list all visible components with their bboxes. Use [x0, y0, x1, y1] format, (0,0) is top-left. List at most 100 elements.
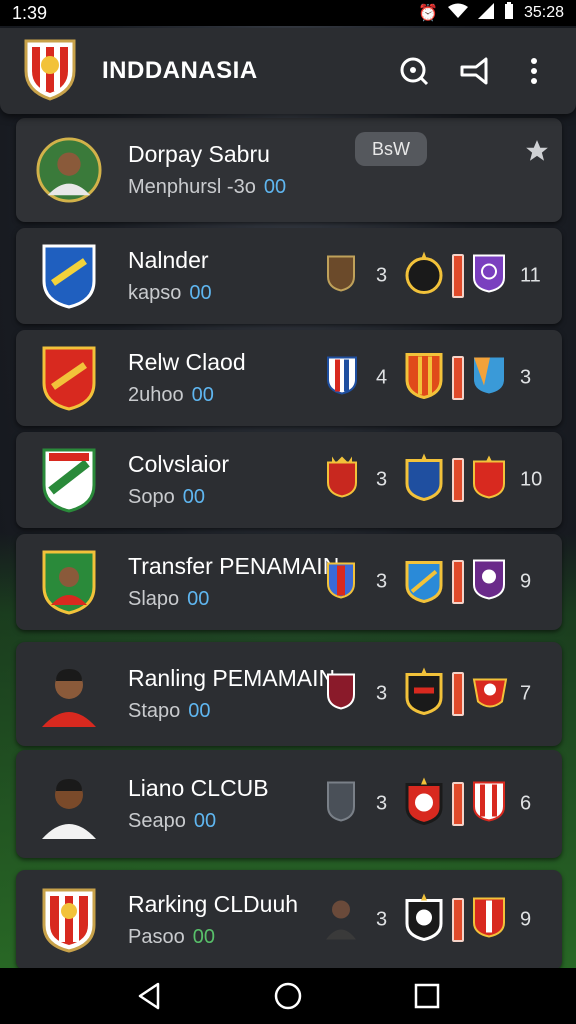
row-name: Ranling PEMAMAIN	[128, 665, 336, 691]
small-crest-icon	[404, 777, 444, 831]
row-text: Liano CLCUB Seapo 00	[128, 775, 338, 833]
row-left-value: 3	[376, 468, 388, 491]
system-nav-bar	[0, 968, 576, 1024]
team-crest-icon	[36, 447, 102, 513]
small-crest-icon	[472, 781, 506, 828]
row-name: Rarking CLDuuh	[128, 891, 299, 917]
score-divider	[452, 898, 464, 942]
row-number: 00	[187, 588, 210, 610]
row-name: Liano CLCUB	[128, 775, 269, 801]
list-item[interactable]: Ranling PEMAMAIN Stapo 00 3 7	[16, 642, 562, 746]
small-crest-icon	[326, 255, 356, 298]
team-crest-icon	[36, 243, 102, 309]
small-crest-icon	[472, 897, 506, 944]
featured-name: Dorpay Sabru	[128, 141, 270, 167]
small-crest-icon	[326, 456, 358, 504]
score-divider	[452, 672, 464, 716]
player-avatar	[326, 896, 356, 945]
featured-badge-button[interactable]: BѕW	[355, 132, 427, 166]
row-stats: 3 10	[322, 432, 562, 528]
list-item[interactable]: Nalnder kapso 00 3 11	[16, 228, 562, 324]
row-subtitle: Pasoo 00	[128, 926, 338, 949]
row-subtitle-text: Slapo	[128, 588, 180, 610]
home-icon[interactable]	[263, 971, 313, 1021]
row-number: 00	[193, 810, 217, 832]
row-stats: 4 3	[322, 330, 562, 426]
favorite-star-icon[interactable]	[524, 138, 550, 169]
row-name: Colvslaior	[128, 451, 229, 477]
score-divider	[452, 356, 464, 400]
row-number: 00	[192, 926, 215, 948]
row-text: Transfer PENAMAIN Slapo 00	[128, 553, 339, 611]
row-subtitle: Seapo 00	[128, 810, 338, 833]
row-subtitle-text: 2uhoo	[128, 384, 184, 406]
small-crest-icon	[404, 893, 444, 947]
row-text: Nalnder kapso 00	[128, 247, 338, 305]
list-item[interactable]: Liano CLCUB Seapo 00 3 6	[16, 750, 562, 858]
row-stats: 3 11	[322, 228, 562, 324]
back-icon[interactable]	[124, 971, 174, 1021]
battery-icon	[504, 1, 514, 25]
row-subtitle-text: Pasoo	[128, 926, 185, 948]
row-stats: 3 6	[322, 750, 562, 858]
featured-text: Dorpay Sabru Menphursl -3o 00	[128, 141, 338, 199]
row-left-value: 3	[376, 908, 388, 931]
row-text: Relw Claod 2uhoo 00	[128, 349, 338, 407]
row-stats: 3 7	[322, 642, 562, 746]
small-crest-icon	[326, 356, 358, 401]
recents-icon[interactable]	[402, 971, 452, 1021]
row-stats: 3 9	[322, 534, 562, 630]
row-name: Nalnder	[128, 247, 209, 273]
small-crest-icon	[404, 667, 444, 721]
player-avatar	[36, 137, 102, 203]
small-crest-icon	[472, 559, 506, 606]
more-vert-icon[interactable]	[512, 49, 556, 93]
wifi-icon	[447, 3, 468, 24]
row-number: 00	[189, 282, 212, 304]
club-logo-icon[interactable]	[22, 37, 78, 106]
row-left-value: 3	[376, 264, 388, 287]
status-icons: ⏰ 35:28	[418, 1, 564, 25]
status-bar: 1:39 ⏰ 35:28	[0, 0, 576, 26]
small-crest-icon	[472, 254, 506, 299]
small-crest-icon	[326, 781, 356, 828]
featured-player-card[interactable]: Dorpay Sabru Menphursl -3o 00 BѕW	[16, 118, 562, 222]
featured-subtitle: Menphursl -3o 00	[128, 176, 338, 199]
row-right-value: 9	[520, 908, 532, 931]
row-right-value: 7	[520, 682, 532, 705]
small-crest-icon	[472, 356, 506, 401]
row-right-value: 11	[520, 264, 541, 287]
small-crest-icon	[472, 455, 506, 505]
list-item[interactable]: Rarking CLDuuh Pasoo 00 3 9	[16, 870, 562, 970]
search-icon[interactable]	[392, 49, 436, 93]
app-bar: INDDANASIA	[0, 28, 576, 114]
row-left-value: 3	[376, 792, 388, 815]
row-subtitle: Sopo 00	[128, 486, 338, 509]
small-crest-icon	[404, 453, 444, 507]
row-subtitle-text: Sopo	[128, 486, 175, 508]
list-item[interactable]: Transfer PENAMAIN Slapo 00 3 9	[16, 534, 562, 630]
small-crest-icon	[404, 556, 444, 609]
small-crest-icon	[326, 673, 356, 716]
row-right-value: 3	[520, 366, 532, 389]
status-time: 1:39	[12, 2, 48, 23]
row-left-value: 3	[376, 682, 388, 705]
row-text: Ranling PEMAMAIN Stapo 00	[128, 665, 338, 723]
row-left-value: 4	[376, 366, 388, 389]
row-right-value: 10	[520, 468, 543, 491]
app-title: INDDANASIA	[102, 57, 258, 84]
row-number: 00	[191, 384, 214, 406]
share-icon[interactable]	[452, 49, 496, 93]
row-subtitle-text: Seapo	[128, 810, 186, 832]
small-crest-icon	[472, 672, 508, 717]
player-avatar	[36, 549, 102, 615]
alarm-icon: ⏰	[418, 5, 438, 22]
row-number: 00	[188, 700, 211, 722]
score-divider	[452, 458, 464, 502]
list-item[interactable]: Relw Claod 2uhoo 00 4 3	[16, 330, 562, 426]
featured-subtitle-text: Menphursl -3o	[128, 176, 256, 198]
player-avatar	[36, 771, 102, 839]
list-item[interactable]: Colvslaior Sopo 00 3 10	[16, 432, 562, 528]
score-divider	[452, 254, 464, 298]
row-text: Colvslaior Sopo 00	[128, 451, 338, 509]
